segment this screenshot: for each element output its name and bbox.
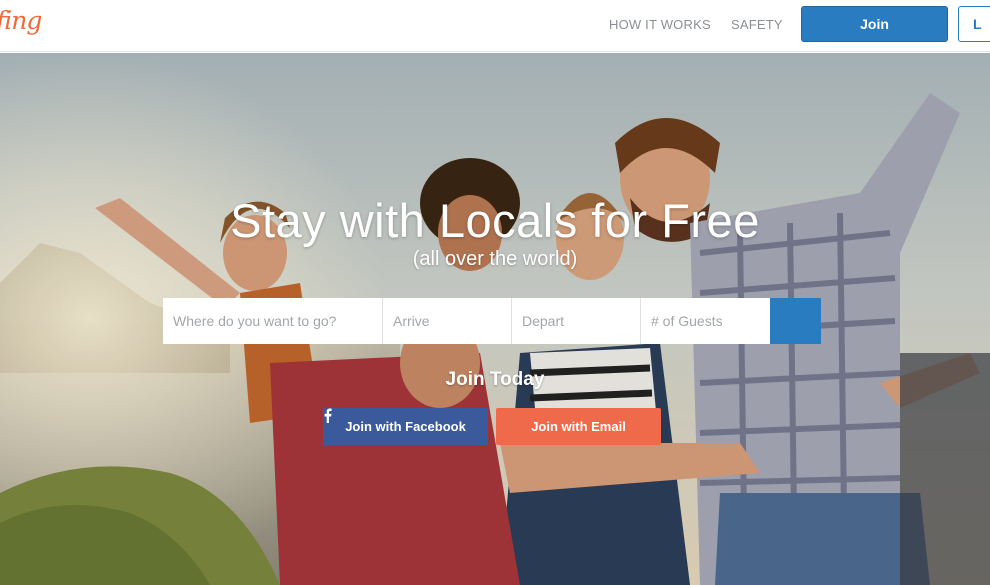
guests-input[interactable]: # of Guests bbox=[641, 298, 770, 344]
join-button[interactable]: Join bbox=[801, 6, 948, 42]
search-icon bbox=[164, 299, 179, 314]
join-with-facebook-button[interactable]: Join with Facebook bbox=[323, 408, 488, 445]
search-button[interactable] bbox=[164, 298, 821, 344]
site-logo[interactable]: fing bbox=[0, 6, 42, 35]
arrive-date-input[interactable]: Arrive bbox=[383, 298, 512, 344]
hero-section: Stay with Locals for Free (all over the … bbox=[0, 53, 990, 585]
depart-date-input[interactable]: Depart bbox=[512, 298, 641, 344]
nav-safety[interactable]: SAFETY bbox=[731, 17, 783, 32]
destination-input[interactable]: Where do you want to go? bbox=[163, 298, 383, 344]
join-today-heading: Join Today bbox=[445, 369, 545, 390]
top-navigation-bar: fing HOW IT WORKS SAFETY Join L bbox=[0, 0, 990, 52]
hero-headline: Stay with Locals for Free bbox=[230, 194, 760, 247]
facebook-button-label: Join with Facebook bbox=[345, 419, 466, 434]
login-button[interactable]: L bbox=[958, 6, 990, 42]
join-with-email-button[interactable]: Join with Email bbox=[496, 408, 661, 445]
hero-subheadline: (all over the world) bbox=[412, 248, 578, 270]
search-bar: Where do you want to go? Arrive Depart #… bbox=[163, 298, 821, 344]
facebook-icon bbox=[324, 408, 332, 423]
nav-how-it-works[interactable]: HOW IT WORKS bbox=[609, 17, 711, 32]
